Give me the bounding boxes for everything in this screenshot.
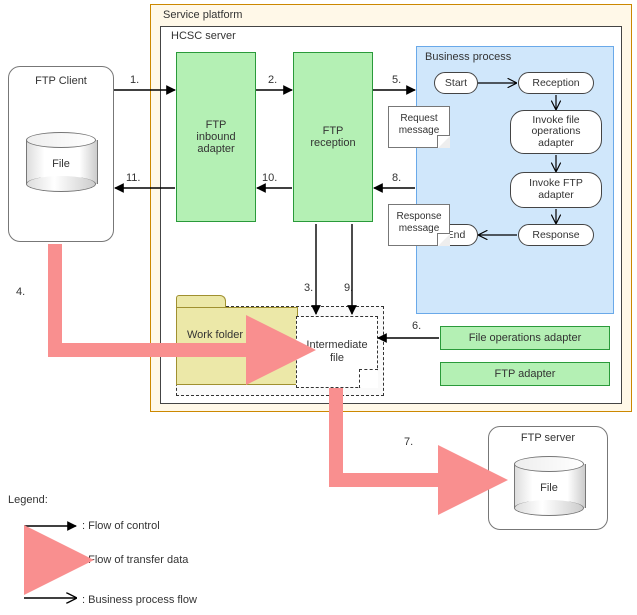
step-3-label: 3. [304,282,313,294]
legend-heading: Legend: [8,494,48,506]
bp-reception-label: Reception [532,77,579,89]
bp-response-node: Response [518,224,594,246]
response-message-doc: Response message [388,204,450,246]
legend-block: Legend: [8,494,48,506]
legend-transfer-label: : Flow of transfer data [82,554,188,566]
step-7-label: 7. [404,436,413,448]
diagram-canvas: { "frames": { "service_platform": "Servi… [0,0,637,615]
bp-start-label: Start [445,77,467,89]
business-process-title: Business process [417,47,613,63]
ftp-client-file-cylinder: File [26,132,96,192]
ftp-adapter-node: FTP adapter [440,362,610,386]
ftp-server-file-label: File [514,482,584,494]
legend-control-label: : Flow of control [82,520,160,532]
request-message-label: Request message [389,113,449,136]
hcsc-server-label: HCSC server [161,27,621,42]
bp-response-label: Response [532,229,579,241]
step-2-label: 2. [268,74,277,86]
step-9-label: 9. [344,282,353,294]
ftp-client-file-label: File [26,158,96,170]
work-folder-label: Work folder [187,329,243,341]
bp-invoke-file-node: Invoke file operations adapter [510,110,602,154]
step-4-label: 4. [16,286,25,298]
step-10-label: 10. [262,172,277,184]
request-message-doc: Request message [388,106,450,148]
bp-invoke-ftp-node: Invoke FTP adapter [510,172,602,208]
bp-start-node: Start [434,72,478,94]
file-operations-adapter-node: File operations adapter [440,326,610,350]
intermediate-file-node: Intermediate file [296,316,378,388]
intermediate-file-label: Intermediate file [297,339,377,364]
ftp-client-title: FTP Client [9,67,113,87]
ftp-reception-node: FTP reception [293,52,373,222]
ftp-server-title: FTP server [489,427,607,444]
bp-reception-node: Reception [518,72,594,94]
response-message-label: Response message [389,211,449,234]
ftp-server-file-cylinder: File [514,456,584,516]
step-11-label: 11. [126,172,140,184]
ftp-reception-label: FTP reception [310,125,355,149]
service-platform-label: Service platform [151,5,631,21]
ftp-inbound-adapter-label: FTP inbound adapter [196,119,235,155]
bp-invoke-ftp-label: Invoke FTP adapter [529,178,583,201]
bp-invoke-file-label: Invoke file operations adapter [531,115,580,150]
step-6-label: 6. [412,320,421,332]
step-1-label: 1. [130,74,139,86]
ftp-adapter-label: FTP adapter [495,368,556,380]
legend-bp-label: : Business process flow [82,594,197,606]
ftp-inbound-adapter-node: FTP inbound adapter [176,52,256,222]
step-8-label: 8. [392,172,401,184]
step-5-label: 5. [392,74,401,86]
file-operations-adapter-label: File operations adapter [469,332,582,344]
